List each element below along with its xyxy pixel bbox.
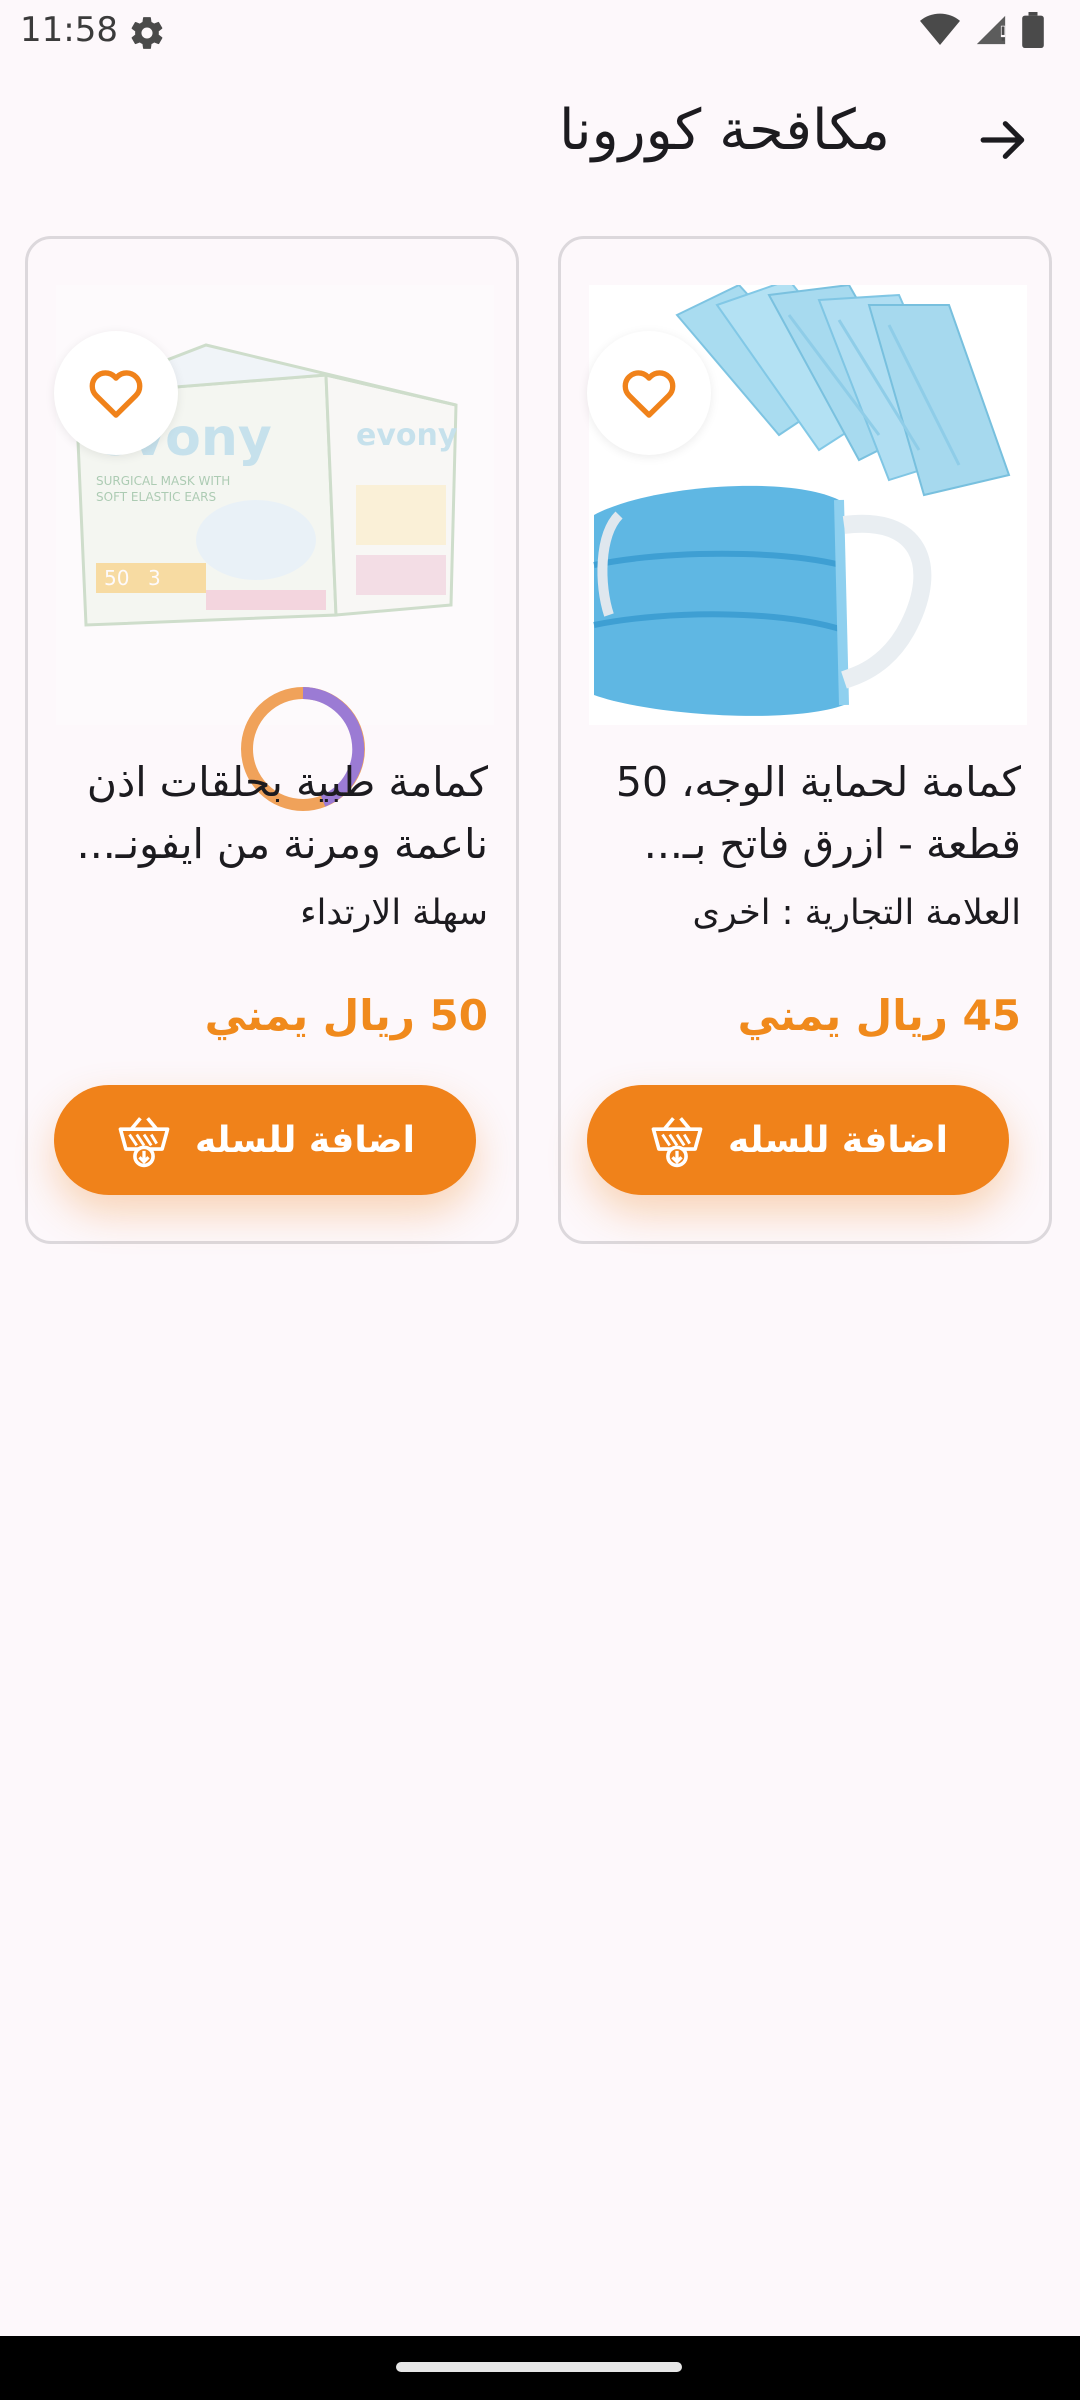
product-card[interactable]: كمامة لحماية الوجه، 50 قطعة - ازرق فاتح … [558,236,1052,1244]
wifi-icon [920,13,960,51]
system-nav-bar [0,2336,1080,2400]
product-price: 50 ريال يمني [204,991,488,1040]
product-title: كمامة طبية بحلقات اذن ناعمة ومرنة من ايف… [76,758,488,868]
svg-text:SURGICAL MASK WITH: SURGICAL MASK WITH [96,474,230,488]
svg-text:SOFT ELASTIC EARS: SOFT ELASTIC EARS [96,490,216,504]
page-title: مكافحة كورونا [558,98,890,163]
status-bar: 11:58 [0,0,1080,64]
heart-icon [89,370,143,418]
favorite-button[interactable] [587,331,711,455]
status-icons [920,12,1044,52]
favorite-button[interactable] [54,331,178,455]
arrow-right-icon[interactable] [975,112,1031,168]
signal-icon [974,13,1008,51]
basket-icon [651,1117,703,1168]
header: مكافحة كورونا [0,90,1080,186]
svg-text:3: 3 [148,566,161,590]
add-to-cart-button[interactable]: اضافة للسله [54,1085,476,1195]
status-time: 11:58 [20,10,118,50]
add-to-cart-label: اضافة للسله [195,1119,415,1161]
basket-icon [118,1117,170,1168]
product-title: كمامة لحماية الوجه، 50 قطعة - ازرق فاتح … [615,758,1021,868]
gear-icon [128,14,166,52]
add-to-cart-label: اضافة للسله [728,1119,948,1161]
heart-icon [622,370,676,418]
svg-text:50: 50 [104,566,129,590]
product-subtitle: سهلة الارتداء [300,893,488,933]
home-gesture-handle[interactable] [396,2362,682,2372]
battery-icon [1022,12,1044,52]
product-brand: العلامة التجارية : اخرى [692,893,1021,933]
svg-text:evony: evony [356,418,458,453]
add-to-cart-button[interactable]: اضافة للسله [587,1085,1009,1195]
product-card[interactable]: evony evony SURGICAL MASK WITH SOFT ELAS… [25,236,519,1244]
product-price: 45 ريال يمني [737,991,1021,1040]
